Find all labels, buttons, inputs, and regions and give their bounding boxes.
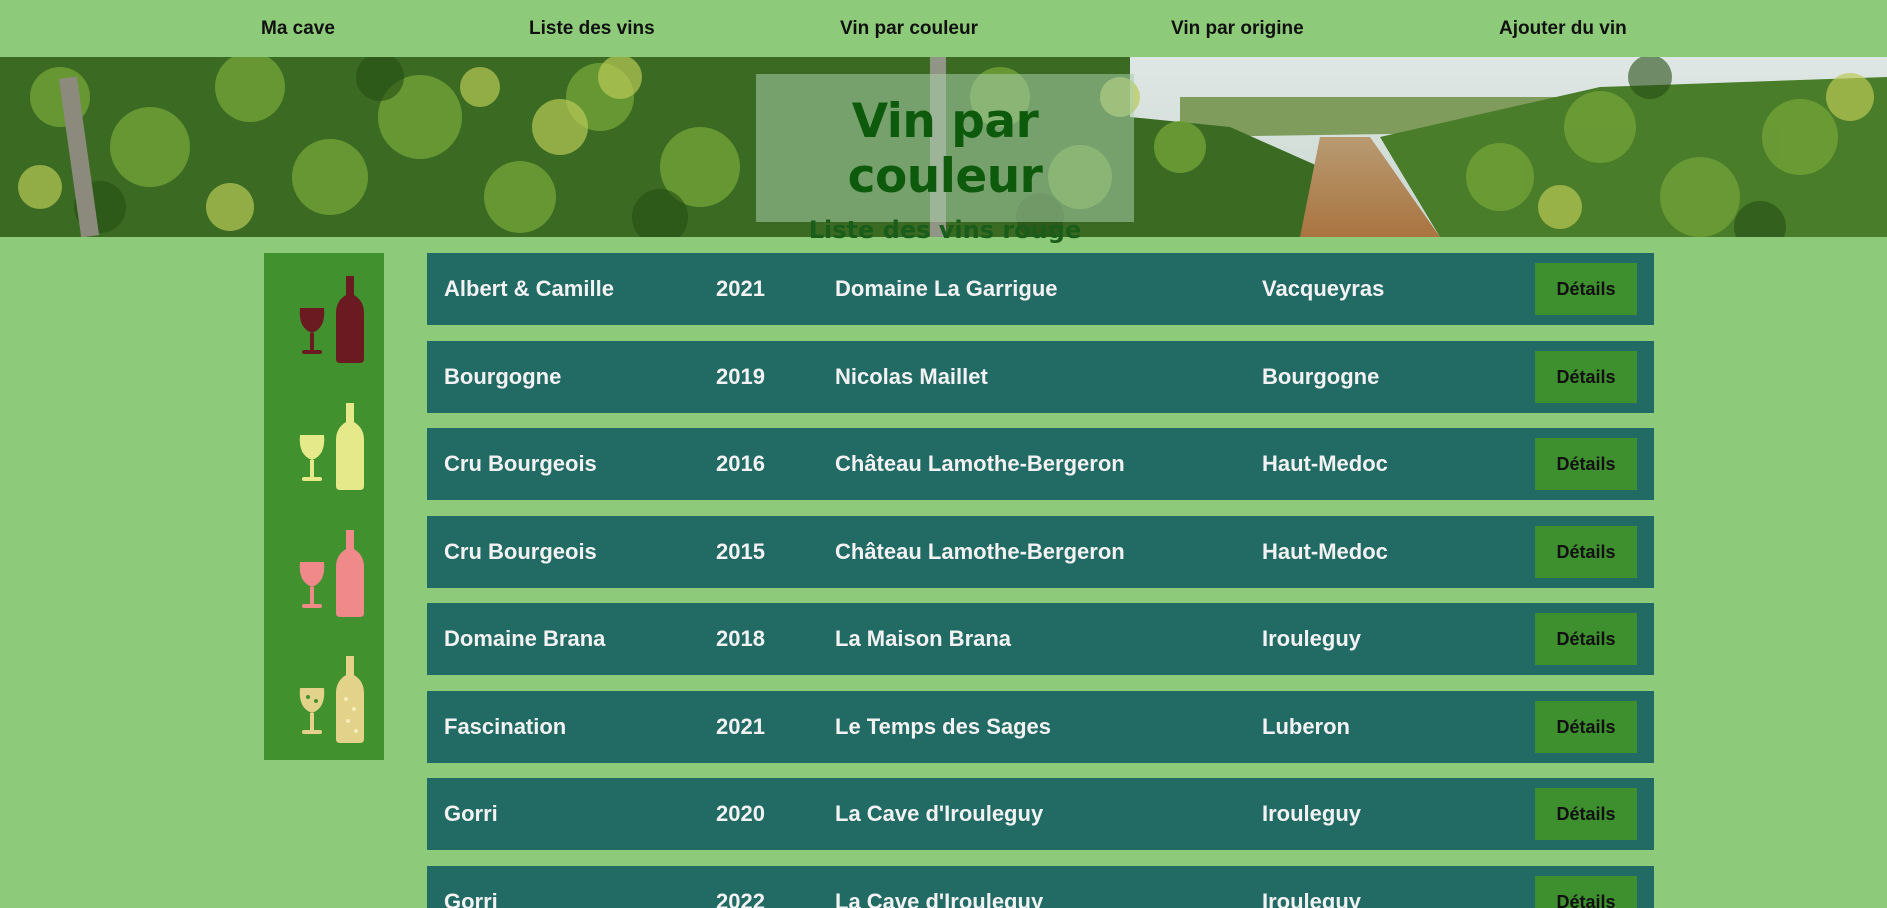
wine-domain: La Maison Brana: [835, 626, 1012, 651]
wine-year: 2021: [716, 276, 765, 301]
top-navigation: Ma cave Liste des vins Vin par couleur V…: [0, 0, 1887, 57]
filter-white-wine[interactable]: [280, 400, 370, 492]
wine-region: Luberon: [1262, 714, 1350, 739]
header-title-box: Vin par couleur Liste des vins rouge: [756, 74, 1134, 244]
white-wine-icon: [299, 403, 364, 490]
wine-domain: Le Temps des Sages: [835, 714, 1052, 739]
wine-year: 2020: [716, 801, 765, 826]
wine-name: Cru Bourgeois: [444, 451, 597, 476]
wine-domain: Nicolas Maillet: [835, 364, 988, 389]
wine-year: 2016: [716, 451, 765, 476]
color-filter-sidebar: [264, 253, 384, 760]
nav-liste-des-vins[interactable]: Liste des vins: [529, 0, 655, 57]
wine-year: 2015: [716, 539, 765, 564]
wine-name: Bourgogne: [444, 364, 562, 389]
details-button[interactable]: Détails: [1535, 526, 1637, 578]
wine-row: Gorri 2020 La Cave d'Irouleguy Irouleguy…: [427, 778, 1654, 850]
sparkling-wine-icon: [299, 656, 364, 743]
wine-row: Albert & Camille 2021 Domaine La Garrigu…: [427, 253, 1654, 325]
wine-domain: Château Lamothe-Bergeron: [835, 539, 1125, 564]
wine-region: Bourgogne: [1262, 364, 1380, 389]
wine-region: Haut-Medoc: [1262, 451, 1388, 476]
details-button[interactable]: Détails: [1535, 351, 1637, 403]
wine-domain: La Cave d'Irouleguy: [835, 889, 1044, 908]
filter-red-wine[interactable]: [280, 273, 370, 365]
wine-domain: Domaine La Garrigue: [835, 276, 1058, 301]
details-button[interactable]: Détails: [1535, 876, 1637, 908]
nav-vin-par-origine[interactable]: Vin par origine: [1171, 0, 1304, 57]
wine-row: Fascination 2021 Le Temps des Sages Lube…: [427, 691, 1654, 763]
page-subtitle: Liste des vins rouge: [808, 216, 1082, 244]
filter-rose-wine[interactable]: [280, 527, 370, 619]
wine-region: Irouleguy: [1262, 801, 1362, 826]
details-button[interactable]: Détails: [1535, 613, 1637, 665]
wine-name: Fascination: [444, 714, 567, 739]
wine-name: Gorri: [444, 889, 498, 908]
wine-row: Cru Bourgeois 2016 Château Lamothe-Berge…: [427, 428, 1654, 500]
nav-vin-par-couleur[interactable]: Vin par couleur: [840, 0, 978, 57]
wine-domain: La Cave d'Irouleguy: [835, 801, 1044, 826]
wine-domain: Château Lamothe-Bergeron: [835, 451, 1125, 476]
wine-region: Haut-Medoc: [1262, 539, 1388, 564]
wine-name: Albert & Camille: [444, 276, 614, 301]
details-button[interactable]: Détails: [1535, 788, 1637, 840]
nav-ma-cave[interactable]: Ma cave: [261, 0, 335, 57]
wine-year: 2019: [716, 364, 765, 389]
wine-region: Irouleguy: [1262, 626, 1362, 651]
wine-year: 2022: [716, 889, 765, 908]
rose-wine-icon: [299, 530, 364, 617]
red-wine-icon: [299, 276, 364, 363]
wine-row: Gorri 2022 La Cave d'Irouleguy Irouleguy…: [427, 866, 1654, 908]
wine-region: Irouleguy: [1262, 889, 1362, 908]
page-title: Vin par couleur: [847, 94, 1043, 204]
details-button[interactable]: Détails: [1535, 701, 1637, 753]
wine-row: Bourgogne 2019 Nicolas Maillet Bourgogne…: [427, 341, 1654, 413]
wine-year: 2021: [716, 714, 765, 739]
wine-region: Vacqueyras: [1262, 276, 1385, 301]
wine-year: 2018: [716, 626, 765, 651]
details-button[interactable]: Détails: [1535, 263, 1637, 315]
wine-row: Domaine Brana 2018 La Maison Brana Iroul…: [427, 603, 1654, 675]
wine-name: Cru Bourgeois: [444, 539, 597, 564]
filter-sparkling-wine[interactable]: [280, 653, 370, 745]
wine-name: Domaine Brana: [444, 626, 606, 651]
details-button[interactable]: Détails: [1535, 438, 1637, 490]
wine-row: Cru Bourgeois 2015 Château Lamothe-Berge…: [427, 516, 1654, 588]
nav-ajouter-du-vin[interactable]: Ajouter du vin: [1499, 0, 1627, 57]
wine-name: Gorri: [444, 801, 498, 826]
